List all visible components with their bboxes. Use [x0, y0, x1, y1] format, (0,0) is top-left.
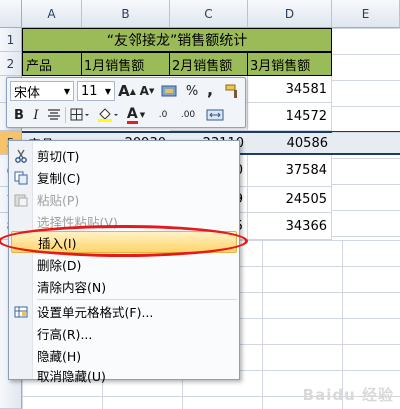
menu-item-hide[interactable]: 隐藏(H)	[9, 345, 239, 366]
menu-item-label: 取消隐藏(U)	[37, 369, 106, 384]
fill-color-icon[interactable]	[95, 105, 121, 125]
cell-d8[interactable]: 34366	[248, 213, 332, 240]
annotation-ellipse	[0, 225, 248, 257]
menu-item-label: 粘贴(P)	[37, 193, 80, 208]
align-center-icon[interactable]	[45, 105, 63, 125]
bold-button[interactable]: B	[11, 105, 27, 125]
font-name-select[interactable]: 宋体 ▼	[10, 81, 74, 101]
scissors-icon	[13, 148, 28, 163]
increase-decimal-button[interactable]: .0	[151, 105, 175, 125]
menu-item-label: 行高(R)...	[37, 327, 93, 342]
copy-icon	[13, 170, 28, 185]
cell-d4[interactable]: 14572	[248, 103, 332, 131]
font-name-value: 宋体	[14, 85, 41, 101]
toolbar-separator	[65, 107, 66, 123]
menu-item-cut[interactable]: 剪切(T)	[9, 145, 239, 166]
font-size-value: 11	[81, 83, 98, 99]
format-painter-icon[interactable]	[222, 81, 242, 101]
header-cell-feb[interactable]: 2月销售额	[170, 52, 248, 76]
cell-d6[interactable]: 37584	[248, 155, 332, 187]
column-header-d[interactable]: D	[248, 0, 332, 28]
font-size-select[interactable]: 11 ▼	[77, 81, 115, 101]
menu-item-label: 清除内容(N)	[37, 280, 107, 295]
menu-item-label: 设置单元格格式(F)...	[37, 305, 154, 320]
column-header-c[interactable]: C	[170, 0, 248, 28]
menu-item-label: 复制(C)	[37, 171, 81, 186]
row-header-1[interactable]: 1	[0, 28, 22, 52]
menu-item-row-height[interactable]: 行高(R)...	[9, 323, 239, 344]
menu-item-label: 剪切(T)	[37, 149, 80, 164]
menu-item-clear-contents[interactable]: 清除内容(N)	[9, 276, 239, 297]
format-cells-icon	[13, 304, 28, 319]
menu-item-format-cells[interactable]: 设置单元格格式(F)...	[9, 301, 239, 322]
merge-center-icon[interactable]	[204, 106, 226, 124]
percent-button[interactable]: %	[184, 81, 200, 101]
menu-item-unhide[interactable]: 取消隐藏(U)	[9, 365, 239, 386]
column-e-cells	[332, 28, 400, 240]
select-all-corner[interactable]	[0, 0, 22, 28]
menu-separator	[37, 299, 237, 300]
title-cell-a1[interactable]: “友邻接龙”销售额统计	[22, 28, 332, 52]
watermark: Baidu 经验	[302, 386, 394, 404]
cell-d3[interactable]: 34581	[248, 76, 332, 103]
row-header-2[interactable]: 2	[0, 52, 22, 76]
comma-button[interactable]: ,	[203, 79, 217, 99]
menu-item-delete[interactable]: 删除(D)	[9, 254, 239, 275]
chevron-down-icon: ▼	[104, 86, 111, 96]
chevron-down-icon: ▼	[63, 86, 70, 96]
accounting-format-icon[interactable]	[159, 82, 179, 100]
header-cell-mar[interactable]: 3月销售额	[248, 52, 332, 76]
menu-item-label: 删除(D)	[37, 258, 82, 273]
header-cell-jan[interactable]: 1月销售额	[82, 52, 170, 76]
menu-item-label: 隐藏(H)	[37, 349, 82, 364]
column-header-e[interactable]: E	[332, 0, 400, 28]
decrease-decimal-button[interactable]: .00	[175, 105, 201, 125]
borders-icon[interactable]	[68, 105, 92, 125]
cell-d7[interactable]: 24505	[248, 187, 332, 213]
paste-icon	[13, 192, 28, 207]
context-menu: 剪切(T) 复制(C) 粘贴(P) 选择性粘贴(V)... 插入(I) 删除(D…	[8, 140, 240, 384]
grow-font-button[interactable]: A ▲	[118, 81, 136, 101]
menu-item-paste[interactable]: 粘贴(P)	[9, 189, 239, 210]
mini-toolbar: 宋体 ▼ 11 ▼ A ▲ A ▼ % , B I A ▼ .0 .00	[6, 77, 246, 128]
font-color-button[interactable]: A ▼	[124, 105, 148, 125]
column-header-b[interactable]: B	[82, 0, 170, 28]
column-header-a[interactable]: A	[22, 0, 82, 28]
cell-d5[interactable]: 40586	[248, 133, 332, 153]
shrink-font-button[interactable]: A ▼	[138, 81, 156, 101]
header-cell-product[interactable]: 产品	[22, 52, 82, 76]
italic-button[interactable]: I	[29, 105, 43, 125]
menu-item-copy[interactable]: 复制(C)	[9, 167, 239, 188]
